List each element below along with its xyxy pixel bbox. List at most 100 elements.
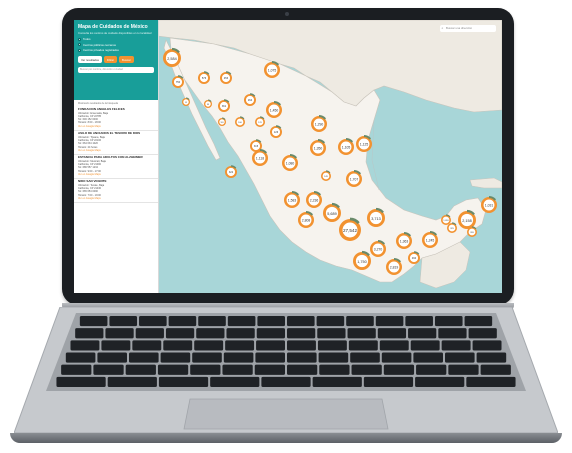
list-item[interactable]: FUNDACION ANGELES FELICES Ubicación: Ens…	[74, 107, 158, 132]
keyboard-key	[444, 352, 475, 363]
keyboard-key	[255, 352, 285, 363]
sidebar-header: Mapa de Cuidados de México Consulta los …	[74, 20, 158, 100]
map-cluster-marker[interactable]: 2,584	[163, 47, 181, 67]
cluster-count: 88	[207, 104, 209, 106]
map-link[interactable]: Ver en Google Maps	[78, 149, 154, 152]
map-cluster-marker[interactable]: 329	[447, 222, 457, 233]
keyboard-key	[75, 328, 104, 339]
map-cluster-marker[interactable]: 5,689	[323, 202, 341, 222]
list-item[interactable]: ASILO DE ANCIANOS EL TESORO DE DIOS Ubic…	[74, 131, 158, 156]
search-button[interactable]: Buscar	[119, 56, 134, 64]
keyboard-key	[61, 364, 92, 375]
map-cluster-marker[interactable]: 27,542	[339, 217, 361, 241]
keyboard-key	[261, 376, 311, 387]
keyboard-key	[381, 352, 412, 363]
map-cluster-marker[interactable]: 2,158	[458, 209, 476, 229]
map-cluster-marker[interactable]: 264	[244, 93, 256, 106]
map-cluster-marker[interactable]: 453	[220, 71, 232, 84]
keyboard-key	[318, 352, 349, 363]
cluster-count: 1,363	[400, 240, 409, 244]
map-cluster-marker[interactable]: 53	[182, 97, 190, 106]
cluster-count: 1,053	[443, 220, 449, 222]
keyboard-key	[65, 352, 96, 363]
map-cluster-marker[interactable]: 2,236	[306, 191, 322, 208]
keyboard-key	[410, 340, 440, 351]
filter-option-private[interactable]: Centros privados registrados	[78, 48, 154, 52]
map-cluster-marker[interactable]: 1,750	[353, 250, 371, 270]
filter-option-public[interactable]: Centros públicos cercanos	[78, 43, 154, 47]
map-cluster-marker[interactable]: 750	[172, 75, 184, 88]
trackpad[interactable]	[183, 398, 389, 430]
cluster-count: 264	[248, 99, 253, 102]
map-cluster-marker[interactable]: 361	[218, 99, 230, 112]
map-cluster-marker[interactable]: 322	[225, 165, 237, 178]
map-cluster-marker[interactable]: 149	[321, 170, 331, 181]
map-cluster-marker[interactable]: 88	[204, 99, 212, 108]
keyboard-key	[472, 340, 502, 351]
keyboard-key	[317, 340, 347, 351]
keyboard-key	[377, 328, 407, 339]
filter-button[interactable]: Filtrar	[103, 56, 118, 64]
keyboard-key	[347, 328, 376, 339]
map-cluster-marker[interactable]: 1,125	[356, 135, 372, 152]
map-cluster-marker[interactable]: 576	[198, 71, 210, 84]
map-cluster-marker[interactable]: 1,031	[481, 196, 497, 213]
keyboard-key	[466, 376, 516, 387]
keyboard-key	[317, 328, 346, 339]
keyboard-key	[287, 364, 318, 375]
cluster-count: 1,707	[350, 178, 359, 182]
map-cluster-marker[interactable]: 1,707	[346, 170, 362, 187]
map-cluster-marker[interactable]: 460	[408, 251, 420, 264]
map-cluster-marker[interactable]: 2,819	[386, 258, 402, 275]
keyboard-key	[316, 316, 345, 327]
map-cluster-marker[interactable]: 1,583	[284, 191, 300, 208]
keyboard-key	[413, 352, 443, 363]
map-cluster-marker[interactable]: 1,053	[441, 214, 451, 225]
map-cluster-marker[interactable]: 1,290	[311, 115, 327, 132]
map-search-input[interactable]: ⌕ Buscar una dirección	[440, 25, 496, 32]
map-cluster-marker[interactable]: 2,808	[298, 211, 314, 228]
cluster-count: 2,808	[302, 219, 311, 223]
map-cluster-marker[interactable]: 170	[255, 116, 265, 127]
map-cluster-marker[interactable]: 3,270	[370, 240, 386, 257]
filter-option-all[interactable]: Todos	[78, 37, 154, 41]
radio-icon[interactable]	[78, 43, 81, 47]
map-cluster-marker[interactable]: 3,713	[367, 207, 385, 227]
keyboard-key	[434, 316, 463, 327]
map-cluster-marker[interactable]: 1,080	[282, 154, 298, 171]
map-cluster-marker[interactable]: 1,118	[252, 149, 268, 166]
map-cluster-marker[interactable]: 100	[235, 116, 245, 127]
list-item[interactable]: ESTANCIA PARA ADULTOS CON ALZHEIMER Ubic…	[74, 155, 158, 180]
keyboard-key	[56, 376, 106, 387]
map-cluster-marker[interactable]: 1,450	[266, 101, 282, 118]
cluster-count: 315	[254, 145, 259, 148]
results-button[interactable]: Ver resultados	[78, 56, 102, 64]
map-link[interactable]: Ver en Google Maps	[78, 173, 154, 176]
keyboard-key	[210, 376, 260, 387]
keyboard-key	[132, 340, 162, 351]
keyboard-key	[363, 376, 414, 387]
map-cluster-marker[interactable]: 269	[467, 226, 477, 237]
cluster-count: 3,270	[374, 248, 383, 252]
keyboard-key	[476, 352, 507, 363]
map-cluster-marker[interactable]: 1,075	[264, 61, 280, 78]
map-cluster-marker[interactable]: 1,363	[396, 232, 412, 249]
map-cluster-marker[interactable]: 593	[218, 117, 226, 126]
map-link[interactable]: Ver en Google Maps	[78, 125, 154, 128]
keyboard-key	[192, 352, 222, 363]
map-cluster-marker[interactable]: 126	[270, 125, 282, 138]
list-item[interactable]: NIDO SAN VICENTE Ubicación: Tecate, Baja…	[74, 179, 158, 204]
keyboard-key	[165, 328, 195, 339]
map-cluster-marker[interactable]: 1,350	[310, 139, 326, 156]
map-cluster-marker[interactable]: 1,105	[338, 138, 354, 155]
radio-icon[interactable]	[78, 48, 81, 52]
radio-icon[interactable]	[78, 37, 81, 41]
keyboard-key	[438, 328, 467, 339]
map-cluster-marker[interactable]: 1,245	[422, 231, 438, 248]
cluster-count: 1,125	[360, 143, 369, 147]
sidebar-search-input[interactable]: Buscar por nombre, dirección o ciudad	[78, 67, 154, 74]
keyboard-key	[190, 364, 221, 375]
map-link[interactable]: Ver en Google Maps	[78, 197, 154, 200]
keyboard-key	[158, 376, 209, 387]
keyboard-key	[468, 328, 497, 339]
